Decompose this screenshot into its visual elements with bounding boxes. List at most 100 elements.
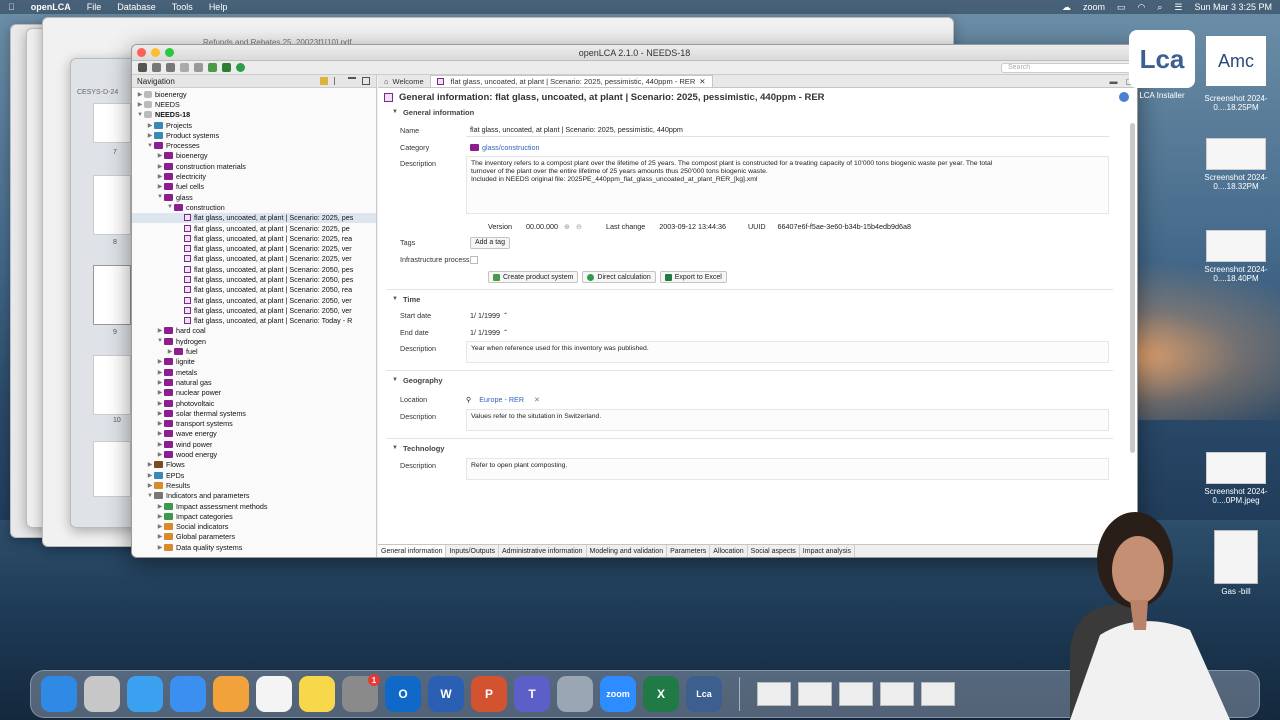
- dock-excel-icon[interactable]: X: [643, 676, 679, 712]
- home-icon[interactable]: [138, 63, 147, 72]
- expand-arrow-down-icon[interactable]: ▼: [156, 194, 164, 200]
- name-field[interactable]: flat glass, uncoated, at plant | Scenari…: [466, 124, 1109, 137]
- tree-folder-item[interactable]: ▶ Projects: [132, 120, 376, 130]
- link-editor-icon[interactable]: [320, 77, 328, 85]
- dock-system-settings-icon[interactable]: 1: [342, 674, 380, 712]
- tree-folder-item[interactable]: ▶ nuclear power: [132, 388, 376, 398]
- date-stepper-icon[interactable]: ⌃: [503, 312, 508, 319]
- tree-process-item[interactable]: flat glass, uncoated, at plant | Scenari…: [132, 223, 376, 233]
- page-tab[interactable]: Parameters: [667, 545, 711, 557]
- expand-arrow-down-icon[interactable]: ▼: [166, 204, 174, 210]
- expand-arrow-right-icon[interactable]: ▶: [156, 451, 164, 458]
- tree-folder-item[interactable]: ▼ NEEDS-18: [132, 110, 376, 120]
- expand-arrow-right-icon[interactable]: ▶: [156, 523, 164, 530]
- window-titlebar[interactable]: openLCA 2.1.0 - NEEDS-18: [132, 45, 1137, 61]
- expand-arrow-down-icon[interactable]: ▼: [146, 143, 154, 149]
- zoom-status[interactable]: zoom: [1083, 2, 1105, 12]
- tree-process-item[interactable]: flat glass, uncoated, at plant | Scenari…: [132, 254, 376, 264]
- menu-help[interactable]: Help: [209, 2, 228, 12]
- tab-process[interactable]: flat glass, uncoated, at plant | Scenari…: [429, 75, 713, 87]
- dock-outlook-icon[interactable]: O: [385, 676, 421, 712]
- save-as-icon[interactable]: [166, 63, 175, 72]
- category-link[interactable]: glass/construction: [482, 143, 540, 152]
- expand-arrow-right-icon[interactable]: ▶: [156, 533, 164, 540]
- page-tab[interactable]: Modeling and validation: [587, 545, 668, 557]
- dock-teams-icon[interactable]: T: [514, 676, 550, 712]
- expand-arrow-right-icon[interactable]: ▶: [136, 91, 144, 98]
- tree-process-item[interactable]: flat glass, uncoated, at plant | Scenari…: [132, 274, 376, 284]
- expand-arrow-right-icon[interactable]: ▶: [156, 400, 164, 407]
- section-geography[interactable]: ▼ Geography: [378, 374, 1127, 386]
- expand-arrow-right-icon[interactable]: ▶: [156, 430, 164, 437]
- expand-arrow-right-icon[interactable]: ▶: [156, 389, 164, 396]
- page-tab[interactable]: Inputs/Outputs: [446, 545, 500, 557]
- cloud-icon[interactable]: ☁: [1062, 2, 1071, 13]
- tree-process-item[interactable]: flat glass, uncoated, at plant | Scenari…: [132, 243, 376, 253]
- desktop-icon-screenshot[interactable]: Screenshot 2024-0....18.32PM: [1196, 138, 1276, 191]
- tree-folder-item[interactable]: ▼ construction: [132, 202, 376, 212]
- expand-arrow-right-icon[interactable]: ▶: [156, 513, 164, 520]
- save-all-icon[interactable]: [180, 63, 189, 72]
- infrastructure-checkbox[interactable]: [470, 255, 478, 264]
- expand-arrow-right-icon[interactable]: ▶: [156, 379, 164, 386]
- desktop-icon-screenshot[interactable]: Screenshot 2024-0....0PM.jpeg: [1196, 452, 1276, 505]
- collapse-arrow-icon[interactable]: ▼: [392, 109, 398, 115]
- tree-folder-item[interactable]: ▶ hard coal: [132, 326, 376, 336]
- tree-folder-item[interactable]: ▶ fuel: [132, 346, 376, 356]
- expand-arrow-right-icon[interactable]: ▶: [156, 327, 164, 334]
- page-tab[interactable]: Administrative information: [499, 545, 587, 557]
- tree-folder-item[interactable]: ▶ Results: [132, 480, 376, 490]
- expand-arrow-right-icon[interactable]: ▶: [146, 122, 154, 129]
- dock-mail-icon[interactable]: [170, 676, 206, 712]
- expand-arrow-down-icon[interactable]: ▼: [136, 112, 144, 118]
- section-technology[interactable]: ▼ Technology: [378, 442, 1127, 454]
- tree-folder-item[interactable]: ▶ natural gas: [132, 377, 376, 387]
- tree-folder-item[interactable]: ▶ Flows: [132, 460, 376, 470]
- time-description-textarea[interactable]: Year when reference used for this invent…: [466, 341, 1109, 363]
- minimize-editor-icon[interactable]: ▬: [1109, 77, 1117, 86]
- create-product-system-button[interactable]: Create product system: [488, 271, 579, 283]
- tree-folder-item[interactable]: ▶ Data quality systems: [132, 542, 376, 552]
- dock-reminders-icon[interactable]: [256, 676, 292, 712]
- dock-word-icon[interactable]: W: [428, 676, 464, 712]
- page-thumbnail[interactable]: [93, 175, 131, 235]
- dock-launchpad-icon[interactable]: [84, 676, 120, 712]
- tree-folder-item[interactable]: ▶ solar thermal systems: [132, 408, 376, 418]
- clock[interactable]: Sun Mar 3 3:25 PM: [1194, 2, 1272, 12]
- tree-folder-item[interactable]: ▶ wood energy: [132, 449, 376, 459]
- dock-notes-icon[interactable]: [299, 676, 335, 712]
- collapse-arrow-icon[interactable]: ▼: [392, 377, 398, 383]
- minimize-button[interactable]: [151, 48, 160, 57]
- expand-arrow-right-icon[interactable]: ▶: [156, 410, 164, 417]
- dock-photos-icon[interactable]: [213, 676, 249, 712]
- desktop-icon-screenshot[interactable]: Screenshot 2024-0....18.25PM: [1196, 94, 1276, 112]
- tree-process-item[interactable]: flat glass, uncoated, at plant | Scenari…: [132, 316, 376, 326]
- tree-process-item[interactable]: flat glass, uncoated, at plant | Scenari…: [132, 212, 376, 223]
- expand-arrow-right-icon[interactable]: ▶: [156, 420, 164, 427]
- tree-folder-item[interactable]: ▶ Impact categories: [132, 511, 376, 521]
- tree-folder-item[interactable]: ▶ Impact assessment methods: [132, 501, 376, 511]
- tree-folder-item[interactable]: ▶ bioenergy: [132, 151, 376, 161]
- page-tab[interactable]: General information: [378, 545, 447, 557]
- tree-folder-item[interactable]: ▶ bioenergy: [132, 89, 376, 99]
- page-tab[interactable]: Allocation: [710, 545, 748, 557]
- close-tab-icon[interactable]: ✕: [699, 77, 705, 86]
- expand-arrow-right-icon[interactable]: ▶: [156, 183, 164, 190]
- import-icon[interactable]: [194, 63, 203, 72]
- tree-folder-item[interactable]: ▶ Global parameters: [132, 532, 376, 542]
- expand-arrow-right-icon[interactable]: ▶: [156, 544, 164, 551]
- tree-folder-item[interactable]: ▶ metals: [132, 367, 376, 377]
- tree-folder-item[interactable]: ▶ lignite: [132, 357, 376, 367]
- tree-folder-item[interactable]: ▼ Processes: [132, 140, 376, 150]
- tree-folder-item[interactable]: ▼ Indicators and parameters: [132, 491, 376, 501]
- description-textarea[interactable]: The inventory refers to a compost plant …: [466, 156, 1109, 214]
- technology-description-textarea[interactable]: Refer to open plant composting.: [466, 458, 1109, 480]
- expand-arrow-right-icon[interactable]: ▶: [146, 472, 154, 479]
- battery-icon[interactable]: ▭: [1117, 2, 1126, 13]
- add-tag-button[interactable]: Add a tag: [470, 236, 510, 249]
- expand-arrow-right-icon[interactable]: ▶: [146, 482, 154, 489]
- dock-safari-icon[interactable]: [127, 676, 163, 712]
- desktop-icon-screenshot[interactable]: Screenshot 2024-0....18.40PM: [1196, 230, 1276, 283]
- page-thumbnail[interactable]: [93, 265, 131, 325]
- menu-file[interactable]: File: [87, 2, 102, 12]
